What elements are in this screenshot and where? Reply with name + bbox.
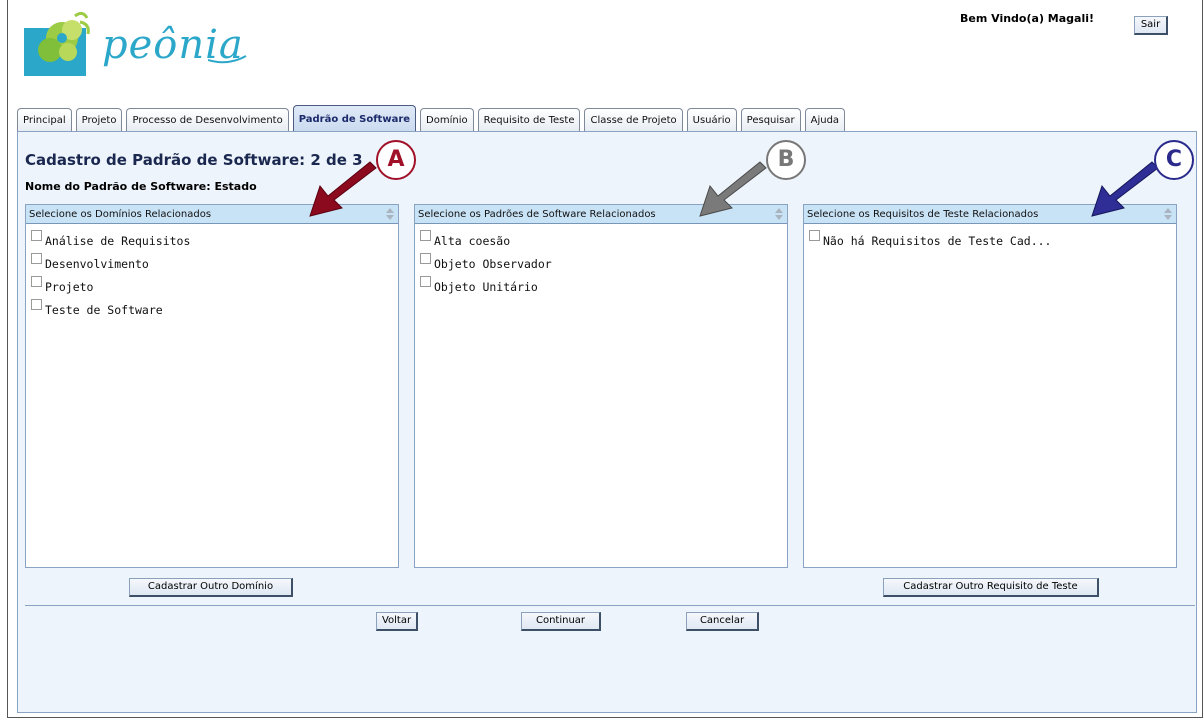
checkbox[interactable] xyxy=(31,276,42,287)
annotation-arrow-b-icon xyxy=(699,161,767,217)
tab-processo[interactable]: Processo de Desenvolvimento xyxy=(126,108,289,132)
tab-dominio[interactable]: Domínio xyxy=(420,108,474,132)
requirements-list: Selecione os Requisitos de Teste Relacio… xyxy=(803,204,1177,568)
add-requirement-button[interactable]: Cadastrar Outro Requisito de Teste xyxy=(883,578,1099,597)
tab-ajuda[interactable]: Ajuda xyxy=(804,108,846,132)
list-item-label: Objeto Observador xyxy=(434,257,552,271)
checkbox[interactable] xyxy=(31,299,42,310)
checkbox[interactable] xyxy=(420,253,431,264)
annotation-marker-a: A xyxy=(376,140,416,180)
annotation-marker-b: B xyxy=(766,140,806,180)
checkbox[interactable] xyxy=(420,230,431,241)
list-item-label: Teste de Software xyxy=(45,303,163,317)
list-item[interactable]: Projeto xyxy=(31,276,398,299)
patterns-list: Selecione os Padrões de Software Relacio… xyxy=(414,204,788,568)
checkbox[interactable] xyxy=(31,253,42,264)
sort-icon[interactable] xyxy=(386,208,394,220)
patterns-list-header-label: Selecione os Padrões de Software Relacio… xyxy=(418,209,656,220)
requirements-list-header-label: Selecione os Requisitos de Teste Relacio… xyxy=(807,209,1039,220)
tab-principal[interactable]: Principal xyxy=(17,108,72,132)
sort-icon[interactable] xyxy=(775,208,783,220)
list-item[interactable]: Desenvolvimento xyxy=(31,253,398,276)
list-item[interactable]: Objeto Unitário xyxy=(420,276,787,299)
list-item-label: Objeto Unitário xyxy=(434,280,538,294)
list-item[interactable]: Objeto Observador xyxy=(420,253,787,276)
checkbox[interactable] xyxy=(420,276,431,287)
divider xyxy=(25,605,1195,606)
welcome-message: Bem Vindo(a) Magali! xyxy=(960,12,1095,25)
list-item-label: Projeto xyxy=(45,280,94,294)
main-tabs: Principal Projeto Processo de Desenvolvi… xyxy=(17,105,849,132)
logo-swash-icon xyxy=(208,55,247,64)
back-button[interactable]: Voltar xyxy=(376,612,418,631)
list-item[interactable]: Não há Requisitos de Teste Cad... xyxy=(809,230,1176,253)
list-item-label: Análise de Requisitos xyxy=(45,234,191,248)
logout-button[interactable]: Sair xyxy=(1134,16,1168,35)
list-item[interactable]: Teste de Software xyxy=(31,299,398,322)
list-item-label: Não há Requisitos de Teste Cad... xyxy=(823,234,1052,248)
logo: peônia xyxy=(20,8,250,88)
annotation-arrow-c-icon xyxy=(1091,161,1159,217)
tab-projeto[interactable]: Projeto xyxy=(75,108,123,132)
list-item[interactable]: Análise de Requisitos xyxy=(31,230,398,253)
list-item-label: Alta coesão xyxy=(434,234,511,248)
add-domain-button[interactable]: Cadastrar Outro Domínio xyxy=(129,578,293,597)
flower-logo-icon xyxy=(24,11,90,76)
checkbox[interactable] xyxy=(31,230,42,241)
tab-requisito-teste[interactable]: Requisito de Teste xyxy=(477,108,581,132)
tab-padrao-software[interactable]: Padrão de Software xyxy=(292,105,417,132)
cancel-button[interactable]: Cancelar xyxy=(686,612,759,631)
domains-list-header-label: Selecione os Domínios Relacionados xyxy=(29,209,212,220)
domains-list: Selecione os Domínios Relacionados Análi… xyxy=(25,204,399,568)
list-item[interactable]: Alta coesão xyxy=(420,230,787,253)
tab-usuario[interactable]: Usuário xyxy=(686,108,737,132)
annotation-arrow-a-icon xyxy=(309,161,377,217)
annotation-marker-c: C xyxy=(1154,140,1194,180)
checkbox[interactable] xyxy=(809,230,820,241)
tab-classe-projeto[interactable]: Classe de Projeto xyxy=(584,108,683,132)
list-item-label: Desenvolvimento xyxy=(45,257,149,271)
pattern-name-label: Nome do Padrão de Software: Estado xyxy=(25,180,257,193)
sort-icon[interactable] xyxy=(1164,208,1172,220)
tab-pesquisar[interactable]: Pesquisar xyxy=(740,108,801,132)
continue-button[interactable]: Continuar xyxy=(521,612,601,631)
